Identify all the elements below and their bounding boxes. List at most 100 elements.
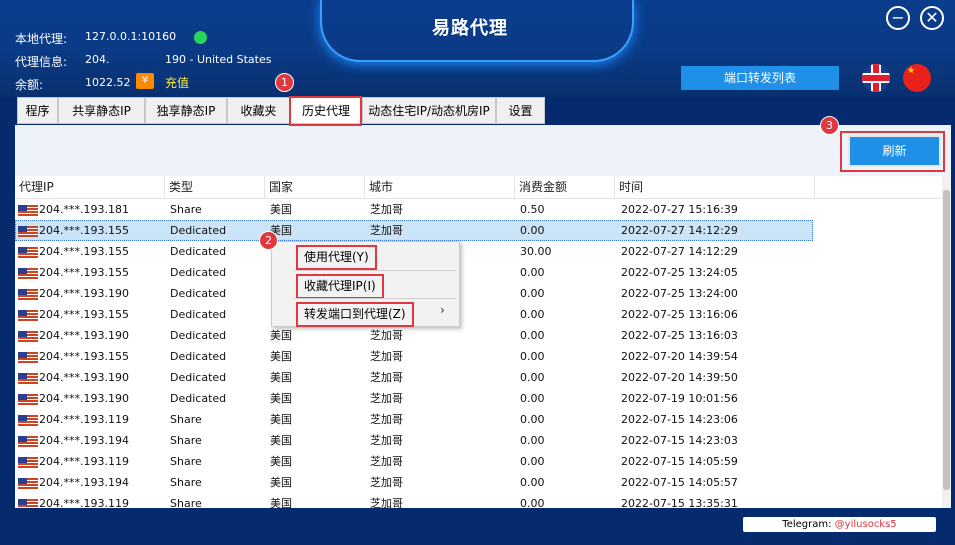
cell-amount: 0.00 [520, 350, 545, 363]
cell-type: Share [170, 455, 202, 468]
scrollbar-thumb[interactable] [943, 190, 950, 490]
table-row[interactable]: 204.***.193.155 Dedicated 0.00 2022-07-25 1… [15, 304, 941, 325]
cell-city: 芝加哥 [370, 350, 403, 363]
table-row[interactable]: 204.***.193.155 Dedicated 美国 芝加哥 0.00 2022-07… [15, 346, 941, 367]
context-menu: 使用代理(Y) 收藏代理IP(I) 转发端口到代理(Z) › [271, 241, 460, 327]
annotation-badge-1: 1 [275, 73, 294, 92]
cell-country: 美国 [270, 329, 292, 342]
toolbar: 刷新 [15, 125, 951, 176]
table-row[interactable]: 204.***.193.194 Share 美国 芝加哥 0.00 2022-07-15 … [15, 430, 941, 451]
cell-ip: 204.***.193.119 [39, 455, 129, 468]
main-panel: 刷新 代理IP 类型 国家 城市 消费金额 时间 204.***.193.181… [15, 125, 951, 508]
cell-time: 2022-07-15 14:23:03 [621, 434, 738, 447]
cell-type: Share [170, 434, 202, 447]
cell-amount: 30.00 [520, 245, 552, 258]
cell-amount: 0.00 [520, 308, 545, 321]
status-dot-icon [194, 31, 207, 44]
cell-city: 芝加哥 [370, 434, 403, 447]
cell-time: 2022-07-20 14:39:50 [621, 371, 738, 384]
cell-type: Dedicated [170, 224, 227, 237]
telegram-handle[interactable]: @yilusocks5 [835, 519, 897, 530]
minimize-icon[interactable]: − [886, 6, 910, 30]
menu-item-use-proxy[interactable]: 使用代理(Y) [296, 245, 377, 270]
us-flag-icon [18, 205, 38, 216]
close-icon[interactable]: ✕ [920, 6, 944, 30]
column-header-amount[interactable]: 消费金额 [515, 176, 615, 198]
table-row[interactable]: 204.***.193.119 Share 美国 芝加哥 0.00 2022-07-15 … [15, 493, 941, 508]
cell-ip: 204.***.193.190 [39, 392, 129, 405]
recharge-link[interactable]: 充值 [165, 74, 189, 91]
tab-favorites[interactable]: 收藏夹 [227, 97, 290, 124]
table-row[interactable]: 204.***.193.119 Share 美国 芝加哥 0.00 2022-07-15 … [15, 409, 941, 430]
table-row[interactable]: 204.***.193.190 Dedicated 美国 芝加哥 0.00 2022-07… [15, 367, 941, 388]
cell-city: 芝加哥 [370, 455, 403, 468]
recharge-icon[interactable]: ¥ [136, 73, 154, 89]
table-row[interactable]: 204.***.193.119 Share 美国 芝加哥 0.00 2022-07-15 … [15, 451, 941, 472]
local-proxy-value: 127.0.0.1:10160 [85, 30, 177, 43]
cell-time: 2022-07-15 14:05:57 [621, 476, 738, 489]
cell-time: 2022-07-15 14:05:59 [621, 455, 738, 468]
tab-program[interactable]: 程序 [17, 97, 58, 124]
telegram-contact[interactable]: Telegram: @yilusocks5 [743, 517, 936, 532]
cell-ip: 204.***.193.155 [39, 245, 129, 258]
table-row[interactable]: 204.***.193.155 Dedicated 美国 芝加哥 0.00 2022-07… [15, 220, 813, 241]
telegram-label: Telegram: [782, 519, 835, 530]
cell-ip: 204.***.193.155 [39, 308, 129, 321]
tab-dynamic-ip[interactable]: 动态住宅IP/动态机房IP [362, 97, 496, 124]
china-flag-icon[interactable]: ★ [903, 64, 931, 92]
tab-settings[interactable]: 设置 [496, 97, 545, 124]
cell-time: 2022-07-25 13:24:05 [621, 266, 738, 279]
balance-label: 余额: [15, 78, 44, 92]
table-row[interactable]: 204.***.193.155 Dedicated 30.00 2022-07-27 … [15, 241, 941, 262]
table-row[interactable]: 204.***.193.194 Share 美国 芝加哥 0.00 2022-07-15 … [15, 472, 941, 493]
cell-time: 2022-07-20 14:39:54 [621, 350, 738, 363]
us-flag-icon [18, 289, 38, 300]
us-flag-icon [18, 226, 38, 237]
cell-time: 2022-07-25 13:16:03 [621, 329, 738, 342]
menu-item-forward-port[interactable]: 转发端口到代理(Z) [296, 302, 414, 327]
tab-dedicated-static-ip[interactable]: 独享静态IP [145, 97, 227, 124]
us-flag-icon [18, 394, 38, 405]
cell-city: 芝加哥 [370, 476, 403, 489]
table-row[interactable]: 204.***.193.190 Dedicated 美国 芝加哥 0.00 2022-07… [15, 388, 941, 409]
proxy-info-value-prefix: 204. [85, 53, 110, 66]
cell-city: 芝加哥 [370, 203, 403, 216]
cell-ip: 204.***.193.194 [39, 434, 129, 447]
menu-item-favorite-ip[interactable]: 收藏代理IP(I) [296, 274, 384, 299]
column-header-city[interactable]: 城市 [365, 176, 515, 198]
cell-country: 美国 [270, 371, 292, 384]
column-header-ip[interactable]: 代理IP [15, 176, 165, 198]
column-header-type[interactable]: 类型 [165, 176, 265, 198]
tab-shared-static-ip[interactable]: 共享静态IP [58, 97, 145, 124]
cell-type: Dedicated [170, 392, 227, 405]
us-flag-icon [18, 436, 38, 447]
cell-type: Dedicated [170, 329, 227, 342]
table-row[interactable]: 204.***.193.190 Dedicated 0.00 2022-07-25 1… [15, 283, 941, 304]
us-flag-icon [18, 310, 38, 321]
table-row[interactable]: 204.***.193.190 Dedicated 美国 芝加哥 0.00 2022-07… [15, 325, 941, 346]
cell-city: 芝加哥 [370, 392, 403, 405]
vertical-scrollbar[interactable] [942, 176, 951, 508]
column-header-time[interactable]: 时间 [615, 176, 815, 198]
column-header-country[interactable]: 国家 [265, 176, 365, 198]
menu-separator [294, 298, 456, 299]
port-forward-list-button[interactable]: 端口转发列表 [681, 66, 839, 90]
cell-amount: 0.00 [520, 497, 545, 508]
cell-ip: 204.***.193.155 [39, 224, 129, 237]
cell-type: Share [170, 497, 202, 508]
menu-separator [294, 270, 456, 271]
cell-ip: 204.***.193.119 [39, 413, 129, 426]
cell-type: Dedicated [170, 308, 227, 321]
english-flag-icon[interactable] [862, 64, 890, 92]
us-flag-icon [18, 331, 38, 342]
cell-amount: 0.00 [520, 224, 545, 237]
us-flag-icon [18, 478, 38, 489]
cell-ip: 204.***.193.190 [39, 371, 129, 384]
us-flag-icon [18, 499, 38, 508]
cell-type: Dedicated [170, 350, 227, 363]
local-proxy-label: 本地代理: [15, 32, 68, 46]
cell-amount: 0.00 [520, 329, 545, 342]
submenu-arrow-icon: › [440, 303, 445, 317]
table-row[interactable]: 204.***.193.155 Dedicated 0.00 2022-07-25 1… [15, 262, 941, 283]
table-row[interactable]: 204.***.193.181 Share 美国 芝加哥 0.50 2022-07-27 … [15, 199, 941, 220]
